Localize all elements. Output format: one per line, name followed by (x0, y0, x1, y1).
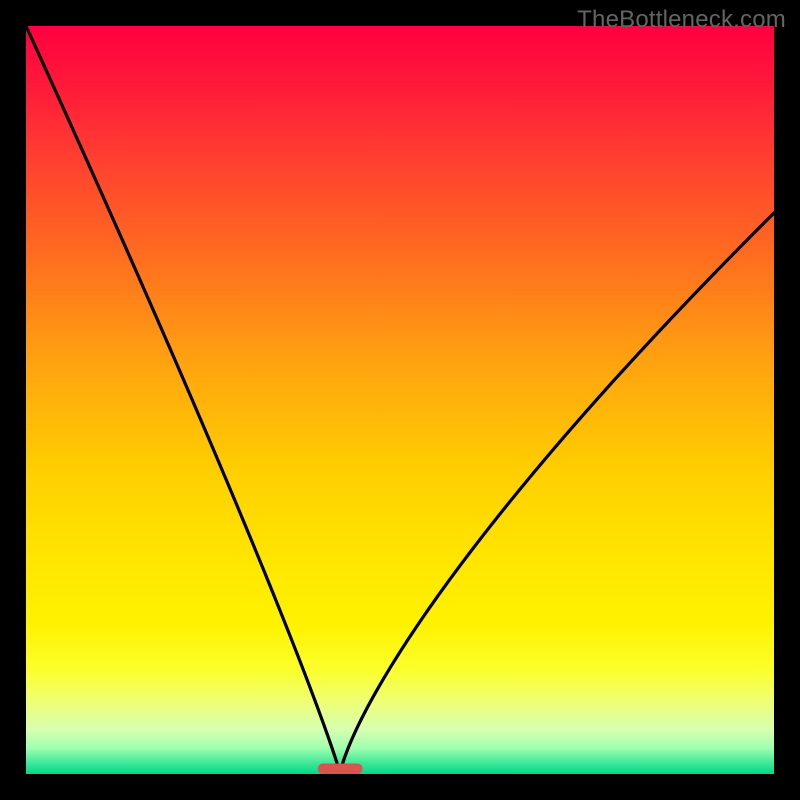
watermark-text: TheBottleneck.com (577, 6, 786, 34)
gradient-bg (26, 26, 774, 774)
min-marker (318, 764, 363, 774)
bottleneck-plot (26, 26, 774, 774)
chart-frame: TheBottleneck.com (0, 0, 800, 800)
